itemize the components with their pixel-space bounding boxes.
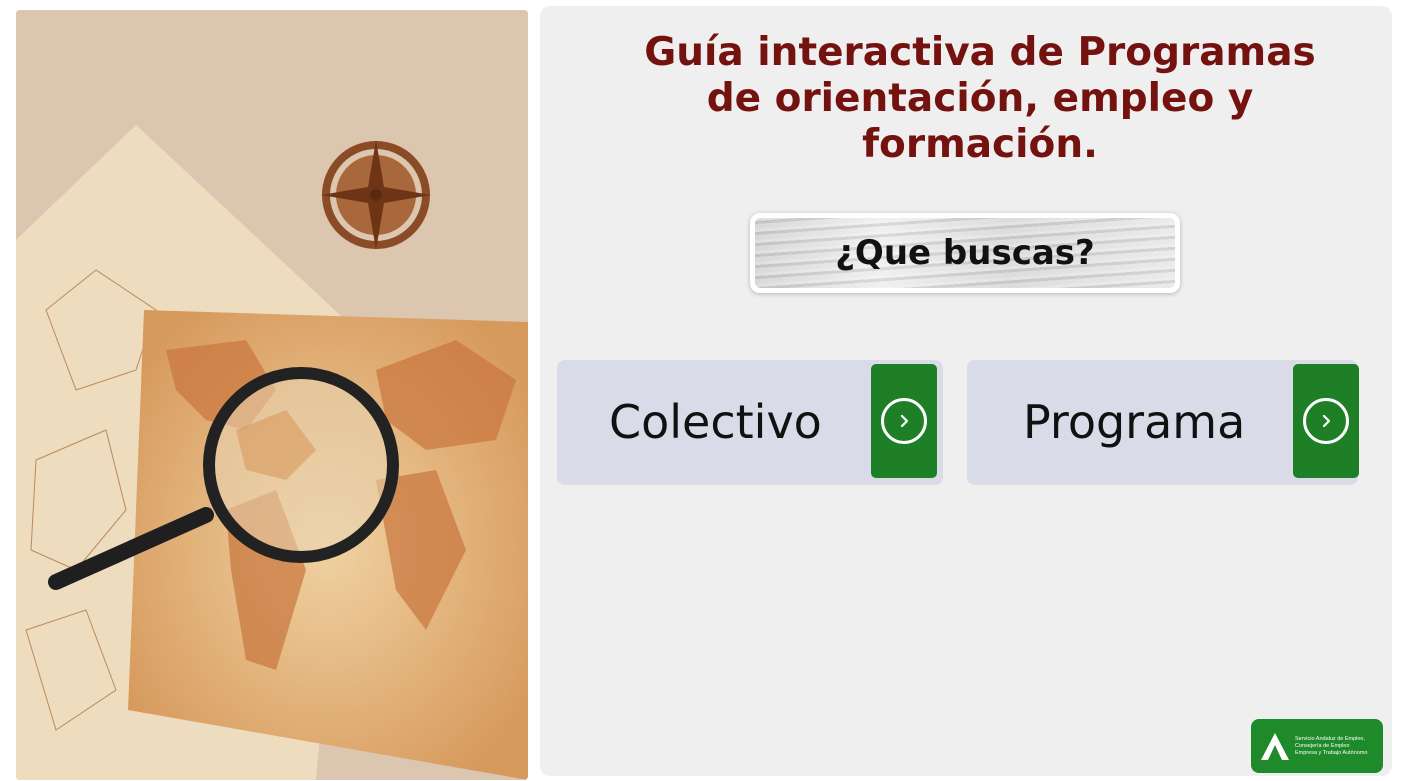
- main-panel: Guía interactiva de Programas de orienta…: [540, 6, 1392, 776]
- logo-line: Servicio Andaluz de Empleo,: [1295, 735, 1366, 742]
- andalucia-a-icon: [1261, 733, 1289, 760]
- image-panel: [10, 6, 534, 780]
- page-title: Guía interactiva de Programas de orienta…: [644, 30, 1316, 167]
- programa-option[interactable]: Programa: [967, 360, 1359, 485]
- programa-label: Programa: [1023, 395, 1246, 449]
- logo-line: Consejería de Empleo: [1295, 742, 1350, 749]
- programa-go-button[interactable]: [1293, 364, 1359, 478]
- question-banner: ¿Que buscas?: [750, 213, 1180, 293]
- map-magnifier-photo: [16, 10, 528, 780]
- colectivo-option[interactable]: Colectivo: [557, 360, 943, 485]
- junta-andalucia-logo: Servicio Andaluz de Empleo, Consejería d…: [1251, 719, 1383, 773]
- logo-text: Servicio Andaluz de Empleo, Consejería d…: [1295, 736, 1367, 757]
- question-label: ¿Que buscas?: [835, 233, 1095, 273]
- chevron-right-circle-icon: [881, 398, 927, 444]
- logo-line: Empresa y Trabajo Autónomo: [1295, 749, 1368, 756]
- colectivo-go-button[interactable]: [871, 364, 937, 478]
- colectivo-label: Colectivo: [609, 395, 822, 449]
- chevron-right-circle-icon: [1303, 398, 1349, 444]
